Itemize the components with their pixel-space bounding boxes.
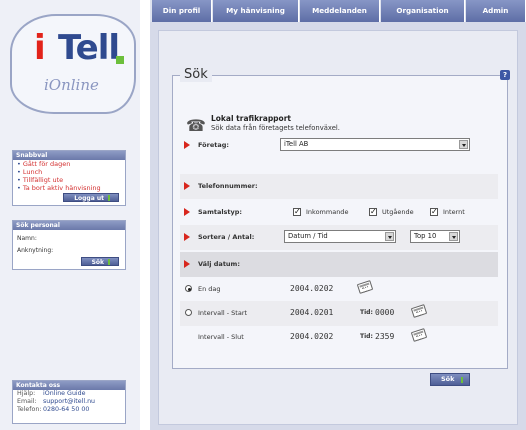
logo-dot (116, 56, 124, 64)
logo-tell: Tell (58, 28, 120, 68)
intervall-start-date[interactable]: 2004.0201 (290, 308, 333, 317)
snabbval-item[interactable]: • Gått för dagen (13, 160, 125, 168)
snabbval-title: Snabbval (13, 151, 125, 160)
calendar-icon[interactable] (410, 328, 428, 342)
sortera-label: Sortera / Antal: (198, 233, 255, 241)
valj-datum-row: Välj datum: (180, 252, 498, 277)
tid-label: Tid: (360, 309, 373, 316)
snabbval-item[interactable]: • Tillfälligt ute (13, 176, 125, 184)
phone-value: 0280-64 50 00 (43, 406, 90, 413)
sortera-select[interactable]: Datum / Tid (284, 230, 396, 243)
logo-i: i (34, 28, 46, 68)
snabbval-item[interactable]: • Ta bort aktiv hänvisning (13, 184, 125, 192)
utgaende-label: Utgående (382, 208, 414, 216)
foretag-row: Företag: iTell AB (180, 133, 498, 158)
kontakt-row: Email: support@itell.nu (17, 398, 96, 405)
intervall-slut-date[interactable]: 2004.0202 (290, 332, 333, 341)
en-dag-row: En dag 2004.0202 (180, 277, 498, 302)
logout-button[interactable]: Logga ut (63, 193, 119, 202)
intervall-radio[interactable] (185, 309, 192, 316)
samtalstyp-label: Samtalstyp: (198, 208, 243, 216)
arrow-icon (184, 141, 190, 149)
chevron-down-icon (449, 232, 458, 241)
foretag-select[interactable]: iTell AB (280, 138, 470, 151)
internt-label: Internt (443, 208, 465, 216)
intervall-start-row: Intervall - Start 2004.0201 Tid: 0000 (180, 301, 498, 326)
inkommande-label: Inkommande (306, 208, 349, 216)
kontakt-row: Telefon: 0280-64 50 00 (17, 406, 90, 413)
extension-label: Anknytning: (17, 247, 54, 254)
tab-meddelanden[interactable]: Meddelanden (300, 0, 380, 22)
en-dag-label: En dag (198, 285, 221, 293)
kontakt-box: Kontakta oss Hjälp: iOnline Guide Email: s… (12, 380, 126, 424)
help-link[interactable]: iOnline Guide (43, 390, 86, 397)
arrow-icon (184, 233, 190, 241)
report-title: Lokal trafikrapport (211, 114, 291, 123)
en-dag-date[interactable]: 2004.0202 (290, 284, 333, 293)
intervall-start-label: Intervall - Start (198, 309, 248, 317)
arrow-icon (184, 208, 190, 216)
snabbval-item[interactable]: • Lunch (13, 168, 125, 176)
arrow-icon (184, 182, 190, 190)
foretag-label: Företag: (198, 141, 230, 149)
sok-personal-box: Sök personal Namn: Anknytning: Sök (12, 220, 126, 270)
telefonnummer-row: Telefonnummer: (180, 174, 498, 199)
tab-organisation[interactable]: Organisation (381, 0, 465, 22)
inkommande-checkbox[interactable]: ✓ (293, 208, 301, 216)
calendar-icon[interactable] (356, 280, 374, 294)
report-subtitle: Sök data från företagets telefonväxel. (211, 124, 340, 132)
kontakt-row: Hjälp: iOnline Guide (17, 390, 86, 397)
intervall-slut-tid[interactable]: 2359 (375, 332, 394, 341)
intervall-start-tid[interactable]: 0000 (375, 308, 394, 317)
logo-online: iOnline (44, 76, 99, 94)
internt-checkbox[interactable]: ✓ (430, 208, 438, 216)
kontakt-title: Kontakta oss (13, 381, 125, 390)
left-sidebar: i Tell iOnline Snabbval • Gått för dagen … (0, 0, 140, 430)
sok-personal-title: Sök personal (13, 221, 125, 230)
telefonnummer-label: Telefonnummer: (198, 182, 258, 190)
intervall-slut-row: Intervall - Slut 2004.0202 Tid: 2359 (180, 325, 498, 350)
help-icon[interactable]: ? (500, 70, 510, 80)
tab-my-hanvisning[interactable]: My hänvisning (213, 0, 299, 22)
sok-personal-button[interactable]: Sök (80, 257, 119, 266)
top-tabs: Din profil My hänvisning Meddelanden Org… (150, 0, 526, 22)
snabbval-box: Snabbval • Gått för dagen • Lunch • Tillfäl… (12, 150, 126, 206)
arrow-icon (184, 260, 190, 268)
intervall-slut-label: Intervall - Slut (198, 333, 244, 341)
en-dag-radio[interactable] (185, 285, 192, 292)
sok-title: Sök (180, 67, 212, 82)
utgaende-checkbox[interactable]: ✓ (369, 208, 377, 216)
name-label: Namn: (17, 235, 37, 242)
tab-admin[interactable]: Admin (466, 0, 526, 22)
calendar-icon[interactable] (410, 304, 428, 318)
chevron-down-icon (459, 140, 468, 149)
antal-select[interactable]: Top 10 (410, 230, 460, 243)
chevron-down-icon (385, 232, 394, 241)
sok-button[interactable]: Sök (430, 373, 470, 386)
tid-label: Tid: (360, 333, 373, 340)
tab-din-profil[interactable]: Din profil (152, 0, 212, 22)
samtalstyp-row: Samtalstyp: ✓ Inkommande ✓ Utgående ✓ In… (180, 200, 498, 225)
valj-datum-label: Välj datum: (198, 260, 240, 268)
email-link[interactable]: support@itell.nu (43, 398, 95, 405)
sortera-row: Sortera / Antal: Datum / Tid Top 10 (180, 225, 498, 250)
